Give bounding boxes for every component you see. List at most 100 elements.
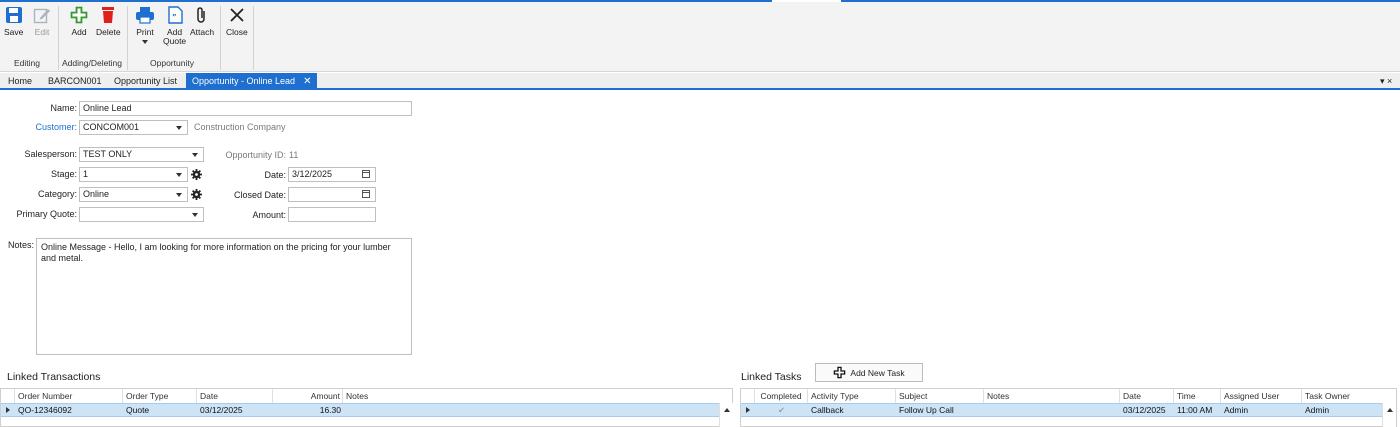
add-quote-button[interactable]: ” Add Quote — [163, 6, 186, 46]
column-header[interactable]: Activity Type — [808, 389, 896, 403]
column-header[interactable]: Task Owner — [1302, 389, 1382, 403]
add-new-task-button[interactable]: Add New Task — [815, 363, 923, 382]
group-divider — [253, 6, 254, 70]
window-controls[interactable]: ▾ × — [1380, 76, 1392, 87]
category-value: Online — [83, 189, 110, 199]
customer-label[interactable]: Customer: — [0, 120, 77, 134]
linked-tasks-title: Linked Tasks — [741, 371, 802, 383]
salesperson-value: TEST ONLY — [83, 149, 133, 159]
salesperson-label: Salesperson: — [24, 149, 77, 159]
table-row[interactable]: ✔ Callback Follow Up Call 03/12/2025 11:… — [741, 403, 1382, 417]
linked-transactions-title: Linked Transactions — [7, 371, 101, 383]
name-label: Name: — [50, 103, 77, 113]
date-cell: 03/12/2025 — [1123, 405, 1166, 415]
tab-home-label: Home — [8, 76, 33, 86]
edit-button[interactable]: Edit — [33, 6, 51, 37]
tab-opportunity-list[interactable]: Opportunity List — [108, 73, 183, 90]
close-icon — [230, 8, 244, 22]
group-label-editing: Editing — [14, 58, 40, 68]
column-header[interactable]: Notes — [984, 389, 1120, 403]
attach-button[interactable]: Attach — [190, 6, 214, 37]
close-tab-icon[interactable]: ✕ — [303, 76, 311, 87]
save-icon — [5, 7, 22, 23]
svg-text:”: ” — [172, 13, 177, 21]
print-button[interactable]: Print — [135, 6, 155, 44]
tab-opportunity-list-label: Opportunity List — [114, 76, 178, 86]
date-value: 3/12/2025 — [292, 169, 333, 179]
linked-transactions-grid: Order Number Order Type Date Amount Note… — [0, 388, 733, 427]
printer-icon — [136, 7, 154, 24]
column-header[interactable]: Notes — [343, 389, 719, 403]
date-field[interactable]: 3/12/2025 — [288, 167, 376, 182]
amount-cell: 16.30 — [319, 405, 341, 415]
amount-field[interactable] — [288, 207, 376, 222]
closed-date-field[interactable] — [288, 187, 376, 202]
scroll-up-icon[interactable] — [724, 408, 730, 412]
stage-value: 1 — [83, 169, 89, 179]
close-button[interactable]: Close — [226, 6, 248, 37]
column-header[interactable]: Date — [1120, 389, 1174, 403]
edit-label: Edit — [34, 27, 50, 37]
save-button[interactable]: Save — [4, 6, 23, 37]
vertical-scrollbar[interactable] — [719, 403, 733, 427]
tab-opportunity-online-lead[interactable]: Opportunity - Online Lead ✕ — [186, 73, 318, 90]
salesperson-select[interactable]: TEST ONLY — [79, 147, 204, 162]
group-divider — [58, 6, 59, 70]
chevron-down-icon — [142, 40, 148, 44]
task-owner-cell: Admin — [1305, 405, 1330, 415]
amount-label: Amount: — [252, 210, 286, 220]
delete-label: Delete — [96, 27, 121, 37]
column-header[interactable]: Order Number — [15, 389, 123, 403]
notes-textarea[interactable]: Online Message - Hello, I am looking for… — [36, 238, 412, 355]
edit-icon — [33, 8, 50, 24]
table-row[interactable]: QO-12346092 Quote 03/12/2025 16.30 — [1, 403, 719, 417]
activity-type-cell: Callback — [811, 405, 844, 415]
column-header[interactable]: Subject — [896, 389, 984, 403]
date-cell: 03/12/2025 — [200, 405, 243, 415]
tab-opportunity-label: Opportunity - Online Lead — [192, 76, 296, 86]
ribbon-toolbar: Save Edit Add Delete Print ” Add Quote A… — [0, 2, 1400, 72]
current-row-icon — [746, 407, 750, 413]
stage-select[interactable]: 1 — [79, 167, 188, 182]
column-header[interactable]: Amount — [273, 389, 343, 403]
add-icon — [70, 6, 88, 24]
notes-cell — [343, 404, 713, 417]
close-label: Close — [226, 27, 248, 37]
primary-quote-label: Primary Quote: — [16, 209, 77, 219]
order-number-cell: QO-12346092 — [18, 405, 72, 415]
subject-cell: Follow Up Call — [899, 405, 954, 415]
column-header[interactable]: Time — [1174, 389, 1221, 403]
current-row-icon — [6, 407, 10, 413]
primary-quote-select[interactable] — [79, 207, 204, 222]
calendar-icon[interactable] — [362, 170, 370, 178]
vertical-scrollbar[interactable] — [1382, 403, 1396, 427]
customer-name: Construction Company — [194, 122, 286, 132]
scroll-up-icon[interactable] — [1387, 408, 1393, 412]
tab-home[interactable]: Home — [2, 73, 38, 90]
column-header[interactable]: Date — [197, 389, 273, 403]
completed-check-icon[interactable]: ✔ — [755, 404, 808, 417]
column-header[interactable]: Completed — [755, 389, 808, 403]
print-label: Print — [136, 27, 154, 37]
closed-date-label: Closed Date: — [233, 190, 286, 200]
delete-button[interactable]: Delete — [96, 6, 121, 37]
save-label: Save — [4, 27, 24, 37]
tab-barcon001[interactable]: BARCON001 — [42, 73, 108, 90]
group-label-opportunity: Opportunity — [150, 58, 194, 68]
calendar-icon[interactable] — [362, 190, 370, 198]
linked-tasks-grid: Completed Activity Type Subject Notes Da… — [740, 388, 1397, 427]
add-label: Add — [71, 27, 87, 37]
customer-select[interactable]: CONCOM001 — [79, 120, 188, 135]
category-select[interactable]: Online — [79, 187, 188, 202]
name-field[interactable]: Online Lead — [79, 101, 412, 116]
add-icon — [834, 366, 846, 379]
document-tab-bar: Home BARCON001 Opportunity List Opportun… — [0, 73, 1400, 90]
notes-label: Notes: — [7, 240, 34, 250]
column-header[interactable]: Order Type — [123, 389, 197, 403]
stage-label: Stage: — [50, 169, 77, 179]
trash-icon — [102, 7, 115, 23]
chevron-down-icon — [192, 213, 198, 217]
category-label: Category: — [37, 189, 77, 199]
column-header[interactable]: Assigned User — [1221, 389, 1302, 403]
add-button[interactable]: Add — [70, 6, 88, 37]
